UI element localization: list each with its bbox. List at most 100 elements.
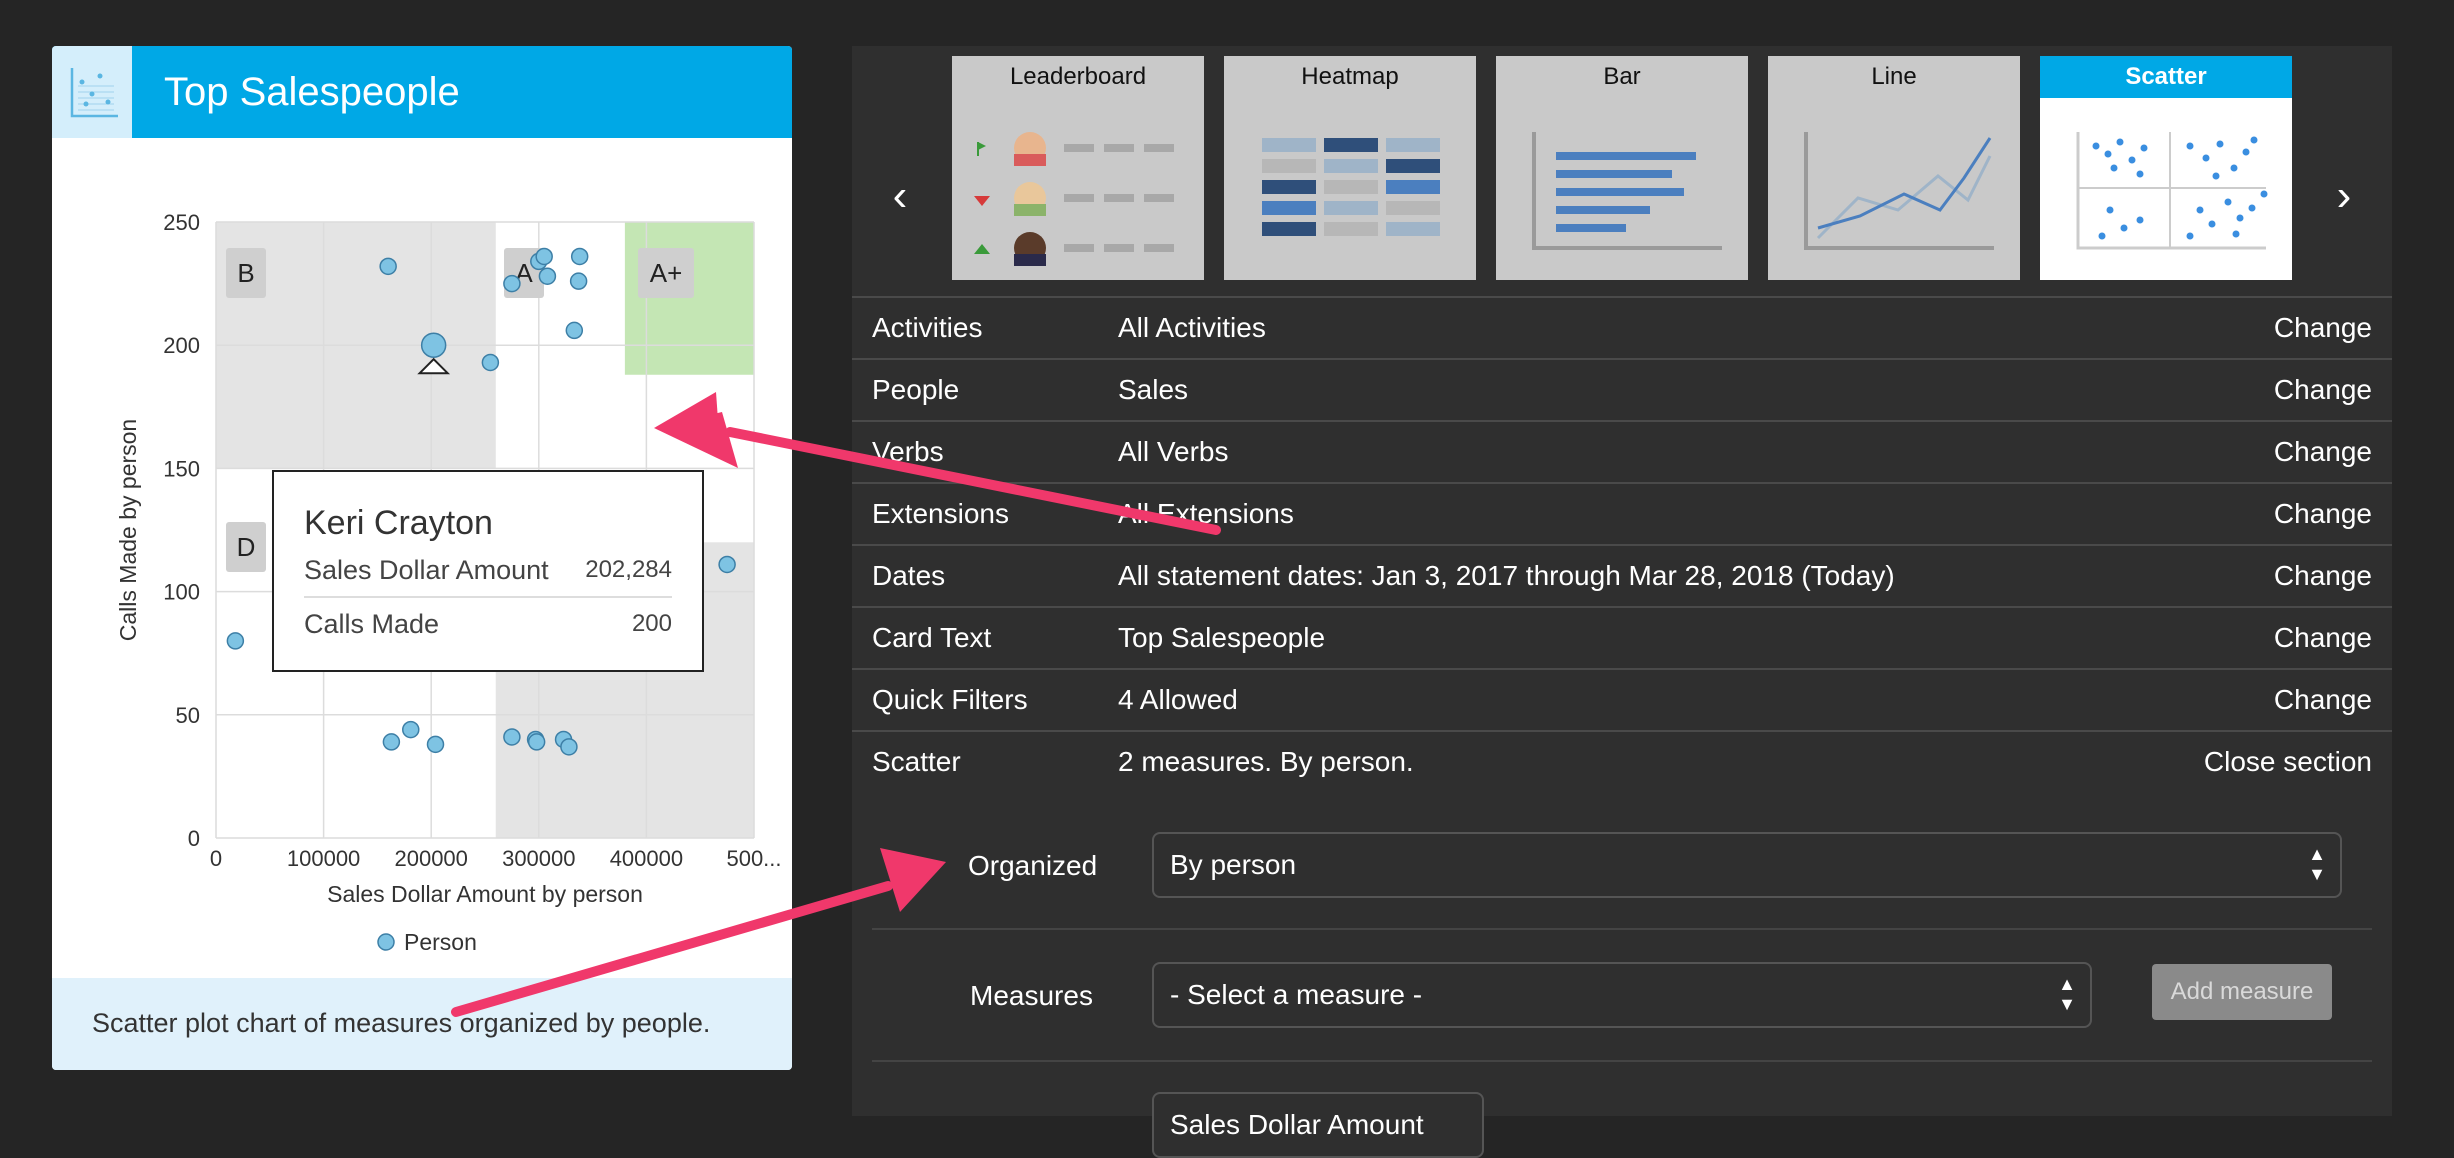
data-point [503,728,521,746]
setting-label: Card Text [872,622,992,653]
chart-type-heatmap[interactable]: Heatmap [1224,56,1476,280]
change-button[interactable]: Change [2274,684,2372,716]
chart-type-label: Heatmap [1301,63,1399,90]
close-section-button[interactable]: Close section [2204,746,2372,778]
data-point [402,720,420,739]
change-button[interactable]: Change [2274,436,2372,468]
measures-label: Measures [970,980,1093,1011]
settings-row-verbs: Verbs All Verbs Change [852,420,2392,482]
chart-type-bar[interactable]: Bar [1496,56,1748,280]
card-title: Top Salespeople [164,70,460,114]
change-button[interactable]: Change [2274,622,2372,654]
setting-label: Verbs [872,436,944,467]
x-tick-label: 500... [726,846,780,871]
y-tick-label: 250 [163,210,200,235]
setting-label: Quick Filters [872,684,1028,715]
data-point [535,247,553,266]
change-button[interactable]: Change [2274,374,2372,406]
carousel-prev-button[interactable]: ‹ [880,166,920,226]
carousel-next-button[interactable]: › [2324,166,2364,226]
x-tick-label: 400000 [610,846,683,871]
quadrant-label: D [237,532,256,562]
chart-type-label: Line [1871,63,1917,90]
data-point [538,267,557,285]
chart-type-label: Leaderboard [1009,63,1147,90]
chevron-up-icon: ▲ [2308,844,2326,864]
y-axis-label: Calls Made by person [115,419,141,641]
y-tick-label: 150 [163,456,200,481]
measures-select[interactable]: - Select a measure - ▲ ▼ [1152,962,2092,1028]
organized-select-value: By person [1170,849,1297,880]
chart-type-label: Bar [1603,63,1641,90]
y-tick-label: 0 [188,826,200,851]
quadrant-label: A+ [650,258,683,288]
measure-item-select[interactable]: Sales Dollar Amount [1152,1092,1484,1158]
scatter-card: Top Salespeople BAA+DC010000020000030000… [52,46,792,1070]
chevron-up-icon: ▲ [2058,974,2076,994]
chevron-down-icon: ▼ [2308,864,2326,884]
measures-select-value: - Select a measure - [1170,979,1423,1010]
chart-area: BAA+DC0100000200000300000400000500...050… [64,138,780,1024]
data-point [420,332,447,358]
form-divider [872,1060,2372,1062]
setting-value: All Verbs [1118,436,1229,467]
settings-row-activities: Activities All Activities Change [852,296,2392,358]
settings-row-extensions: Extensions All Extensions Change [852,482,2392,544]
chart-type-line[interactable]: Line [1768,56,2020,280]
setting-label: Scatter [872,746,961,777]
data-point [503,274,521,293]
data-point [565,321,584,340]
x-tick-label: 0 [210,846,222,871]
y-tick-label: 100 [163,580,200,605]
setting-label: People [872,374,960,405]
quadrant-a-plus [624,222,754,375]
setting-value: Sales [1118,374,1189,405]
setting-value: 4 Allowed [1118,684,1238,715]
setting-value: Top Salespeople [1118,622,1326,653]
data-point [718,555,736,574]
scatter-thumbnail-icon [2076,132,2268,250]
settings-row-dates: Dates All statement dates: Jan 3, 2017 t… [852,544,2392,606]
data-point [481,353,500,372]
quadrant-label: B [237,258,254,288]
data-point [527,733,546,751]
bar-thumbnail-icon [1532,132,1722,250]
tooltip-row-sales: Sales Dollar Amount 202,284 [304,550,672,590]
x-tick-label: 200000 [394,846,467,871]
chart-type-label: Scatter [2040,56,2292,98]
data-point [382,733,401,751]
settings-row-card-text: Card Text Top Salespeople Change [852,606,2392,668]
tooltip-label: Calls Made [304,609,440,639]
tooltip-person-name: Keri Crayton [304,504,493,542]
tooltip-value: 200 [631,610,672,637]
setting-value: All Activities [1118,312,1266,343]
line-thumbnail-icon [1804,132,1994,250]
settings-panel: ‹ Leaderboard Heatmap Bar Line Scatter ›… [852,46,2392,1158]
legend-marker [377,933,395,951]
y-tick-label: 50 [176,703,200,728]
card-header: Top Salespeople [52,46,792,138]
setting-label: Extensions [872,498,1009,529]
setting-value: 2 measures. By person. [1118,746,1414,777]
setting-value: All statement dates: Jan 3, 2017 through… [1118,560,1895,591]
organized-select[interactable]: By person ▲ ▼ [1152,832,2342,898]
chart-type-scatter[interactable]: Scatter [2040,56,2292,280]
y-tick-label: 200 [163,333,200,358]
x-axis-label: Sales Dollar Amount by person [327,881,643,907]
tooltip-divider [304,596,672,598]
data-point [379,257,397,276]
organized-label: Organized [968,850,1098,881]
data-point [569,272,588,290]
chart-type-leaderboard[interactable]: Leaderboard [952,56,1204,280]
settings-row-scatter: Scatter 2 measures. By person. Close sec… [852,730,2392,792]
data-point [226,632,245,650]
change-button[interactable]: Change [2274,560,2372,592]
tooltip-value: 202,284 [585,556,672,583]
change-button[interactable]: Change [2274,498,2372,530]
tooltip-label: Sales Dollar Amount [304,555,549,585]
change-button[interactable]: Change [2274,312,2372,344]
setting-label: Dates [872,560,946,591]
card-description: Scatter plot chart of measures organized… [92,1008,711,1038]
add-measure-button[interactable]: Add measure [2152,964,2332,1020]
setting-label: Activities [872,312,983,343]
